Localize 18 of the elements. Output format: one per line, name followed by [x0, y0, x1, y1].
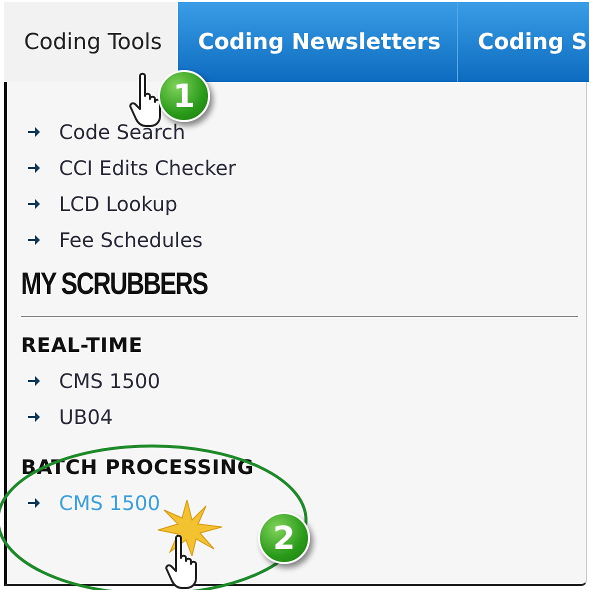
- arrow-icon: [27, 233, 41, 247]
- menu-link[interactable]: CCI Edits Checker: [59, 156, 236, 180]
- arrow-icon: [27, 496, 41, 510]
- group-title: REAL-TIME: [21, 333, 144, 359]
- section-heading: MY SCRUBBERS: [21, 266, 208, 302]
- menu-link[interactable]: Code Search: [59, 120, 186, 144]
- menu-link[interactable]: LCD Lookup: [59, 192, 178, 216]
- nav-tab[interactable]: Coding S: [458, 2, 589, 82]
- arrow-icon: [27, 125, 41, 139]
- menu-link[interactable]: CMS 1500: [59, 369, 160, 393]
- menu-link[interactable]: Fee Schedules: [59, 228, 203, 252]
- arrow-icon: [27, 161, 41, 175]
- menu-link[interactable]: UB04: [59, 405, 113, 429]
- nav-tab[interactable]: Coding Tools: [4, 2, 178, 82]
- arrow-icon: [27, 410, 41, 424]
- arrow-icon: [27, 374, 41, 388]
- nav-tab[interactable]: Coding Newsletters: [178, 2, 458, 82]
- arrow-icon: [27, 197, 41, 211]
